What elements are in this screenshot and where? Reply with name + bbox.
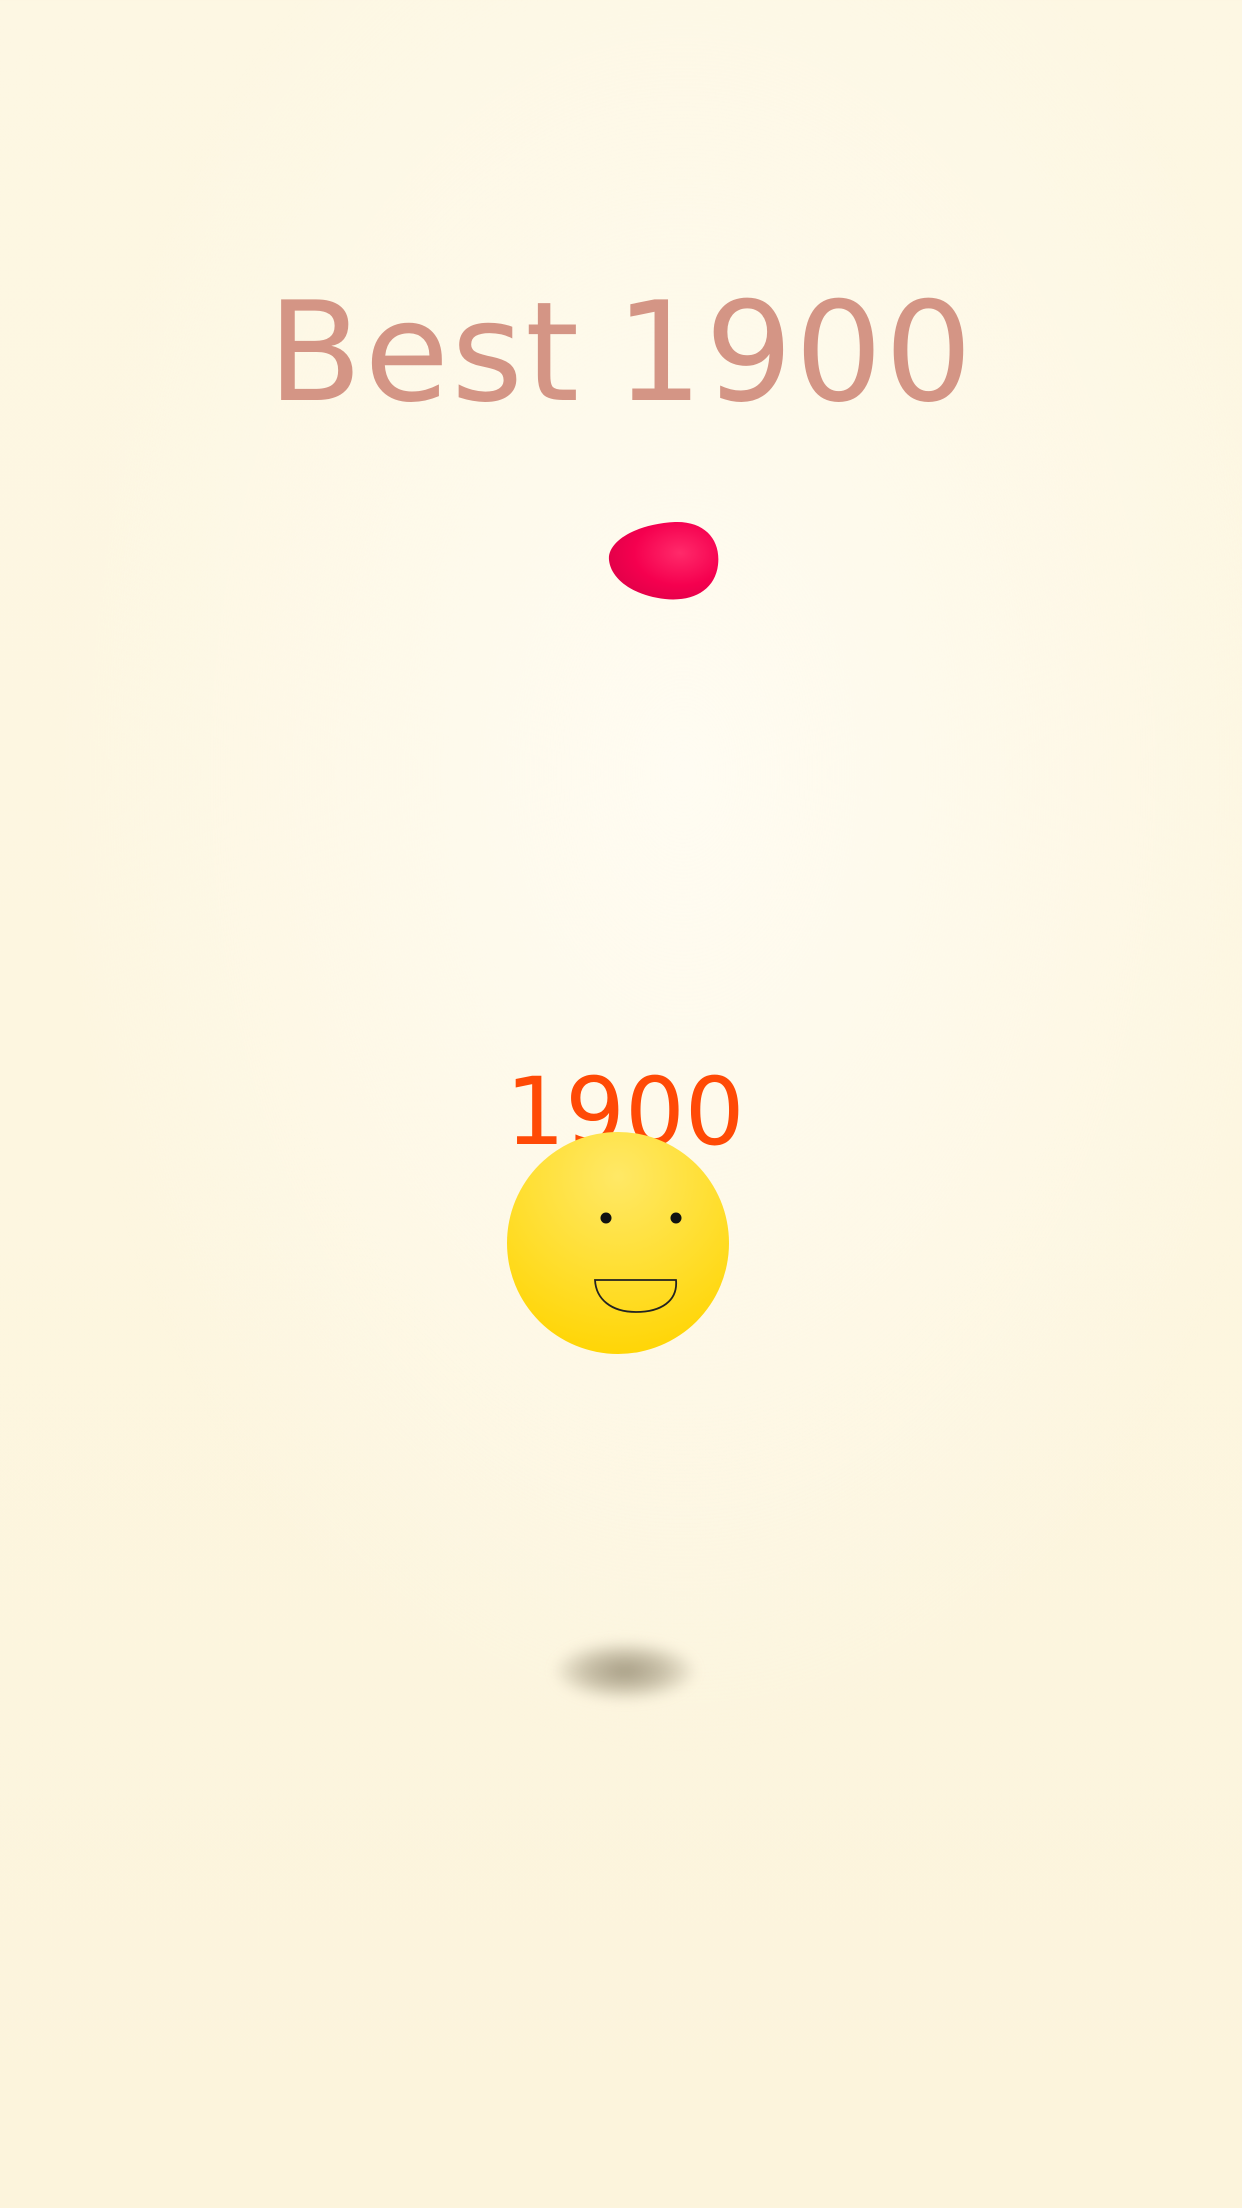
ball-shadow <box>555 1642 695 1700</box>
best-label: Best <box>267 272 582 433</box>
smiley-ball-icon <box>507 1132 729 1354</box>
right-eye <box>670 1212 682 1224</box>
red-drop-icon <box>608 521 719 600</box>
game-canvas[interactable]: Best 1900 1900 <box>0 0 1242 2208</box>
best-score: Best 1900 <box>0 278 1242 428</box>
best-value: 1900 <box>615 272 975 433</box>
left-eye <box>600 1212 612 1224</box>
